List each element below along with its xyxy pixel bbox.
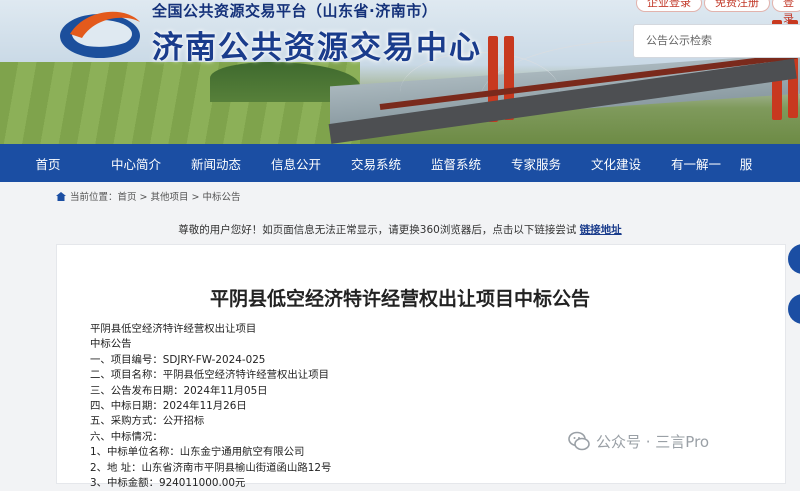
doc-line: 四、中标日期：2024年11月26日 [90,400,247,413]
header-banner: 全国公共资源交易平台（山东省·济南市） 济南公共资源交易中心 企业登录 免费注册… [0,0,800,144]
site-title: 济南公共资源交易中心 [152,30,482,66]
doc-line: 一、项目编号：SDJRY-FW-2024-025 [90,353,266,366]
notice-text: 尊敬的用户您好！如页面信息无法正常显示，请更换360浏览器后，点击以下链接尝试 [178,224,580,236]
home-icon [56,191,66,201]
document-body: 平阴县低空经济特许经营权出让项目 中标公告 一、项目编号：SDJRY-FW-20… [90,322,331,491]
nav-item-home[interactable]: 首页 [0,154,96,173]
doc-line: 二、项目名称：平阴县低空经济特许经营权出让项目 [90,369,329,382]
breadcrumb: 当前位置： 首页 > 其他项目 > 中标公告 [0,182,800,210]
doc-line: 中标公告 [90,338,132,351]
nav-item-service[interactable]: 服 [736,154,756,173]
wechat-icon [568,431,590,451]
nav-item-disclosure[interactable]: 信息公开 [256,154,336,173]
nav-item-about[interactable]: 中心简介 [96,154,176,173]
breadcrumb-prefix: 当前位置： [70,192,118,203]
watermark-text: 公众号 · 三言Pro [596,432,710,451]
doc-line: 3、中标金额：924011000.00元 [90,477,246,490]
site-logo-icon[interactable] [56,4,144,60]
doc-line: 三、公告发布日期：2024年11月05日 [90,384,268,397]
document-title: 平阴县低空经济特许经营权出让项目中标公告 [209,288,590,310]
nav-item-one-solution[interactable]: 有一解一 [656,154,736,173]
login-button[interactable]: 企业登录 [636,0,702,12]
register-button[interactable]: 免费注册 [704,0,770,12]
nav-item-culture[interactable]: 文化建设 [576,154,656,173]
nav-item-news[interactable]: 新闻动态 [176,154,256,173]
doc-line: 2、地 址：山东省济南市平阴县榆山街道函山路12号 [90,461,332,474]
doc-line: 1、中标单位名称：山东金宁通用航空有限公司 [90,446,305,459]
notice-link[interactable]: 链接地址 [580,224,622,236]
extra-button[interactable]: 登录 [772,0,800,25]
platform-name: 全国公共资源交易平台（山东省·济南市） [152,2,438,20]
breadcrumb-path[interactable]: 首页 > 其他项目 > 中标公告 [118,189,241,203]
nav-item-supervision[interactable]: 监督系统 [416,154,496,173]
search-input[interactable]: 公告公示检索 [633,24,800,58]
nav-item-expert-service[interactable]: 专家服务 [496,154,576,173]
doc-line: 六、中标情况： [90,430,163,443]
watermark: 公众号 · 三言Pro [568,430,709,452]
doc-line: 平阴县低空经济特许经营权出让项目 [90,323,257,335]
doc-line: 五、采购方式：公开招标 [90,415,205,428]
main-nav: 首页 中心简介 新闻动态 信息公开 交易系统 监督系统 专家服务 文化建设 有一… [0,144,800,182]
nav-item-trading-system[interactable]: 交易系统 [336,154,416,173]
